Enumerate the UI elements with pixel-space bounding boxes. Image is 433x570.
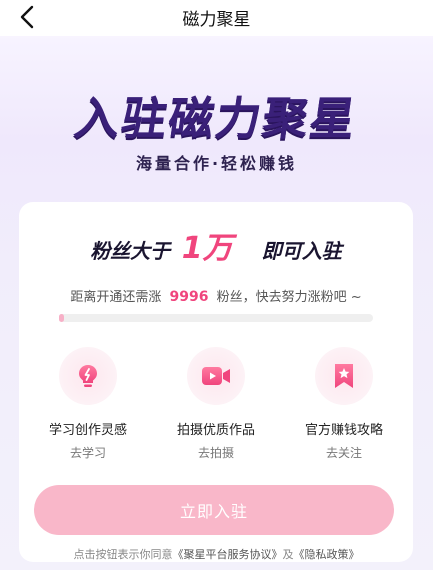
join-button[interactable]: 立即入驻 (34, 485, 394, 535)
nav-bar: 磁力聚星 (0, 0, 433, 36)
feature-learn-icon-wrap (59, 347, 117, 405)
lightbulb-icon (79, 365, 97, 387)
feature-learn-title: 学习创作灵感 (48, 423, 127, 438)
video-camera-icon (202, 367, 230, 385)
agreement-text: 点击按钮表示你同意《聚星平台服务协议》及《隐私政策》 (0, 546, 433, 562)
headline-prefix: 粉丝大于 (90, 239, 171, 263)
card-headline: 粉丝大于 1万 即可入驻 (19, 223, 413, 267)
feature-shoot-title: 拍摄优质作品 (176, 423, 255, 438)
feature-shoot-icon-wrap (187, 347, 245, 405)
agreement-conj: 及 (282, 548, 294, 561)
feature-guide-link[interactable]: 去关注 (289, 444, 399, 461)
agreement-prefix: 点击按钮表示你同意 (73, 548, 173, 561)
nav-title: 磁力聚星 (182, 10, 251, 30)
headline-suffix: 即可入驻 (261, 239, 342, 263)
progress-bar (59, 314, 373, 322)
feature-shoot[interactable]: 拍摄优质作品 去拍摄 (161, 347, 271, 461)
progress-suffix: 粉丝，快去努力涨粉吧 ~ (216, 290, 362, 305)
hero-title: 入驻磁力聚星 (71, 92, 361, 145)
feature-guide-icon-wrap (315, 347, 373, 405)
progress-prefix: 距离开通还需涨 (70, 290, 162, 305)
headline-number: 1万 (181, 231, 233, 266)
feature-guide-title: 官方赚钱攻略 (304, 423, 383, 438)
progress-text: 距离开通还需涨 9996 粉丝，快去努力涨粉吧 ~ (19, 286, 413, 305)
feature-shoot-link[interactable]: 去拍摄 (161, 444, 271, 461)
progress-number: 9996 (169, 289, 209, 305)
feature-learn[interactable]: 学习创作灵感 去学习 (33, 347, 143, 461)
hero-subtitle: 海量合作·轻松赚钱 (135, 154, 298, 173)
service-agreement-link[interactable]: 《聚星平台服务协议》 (173, 548, 283, 561)
progress-bar-fill (59, 314, 64, 322)
feature-learn-link[interactable]: 去学习 (33, 444, 143, 461)
join-card: 粉丝大于 1万 即可入驻 距离开通还需涨 9996 粉丝，快去努力涨粉吧 ~ 学… (19, 202, 413, 562)
bookmark-star-icon (335, 364, 353, 388)
feature-guide[interactable]: 官方赚钱攻略 去关注 (289, 347, 399, 461)
privacy-policy-link[interactable]: 《隐私政策》 (294, 548, 360, 561)
